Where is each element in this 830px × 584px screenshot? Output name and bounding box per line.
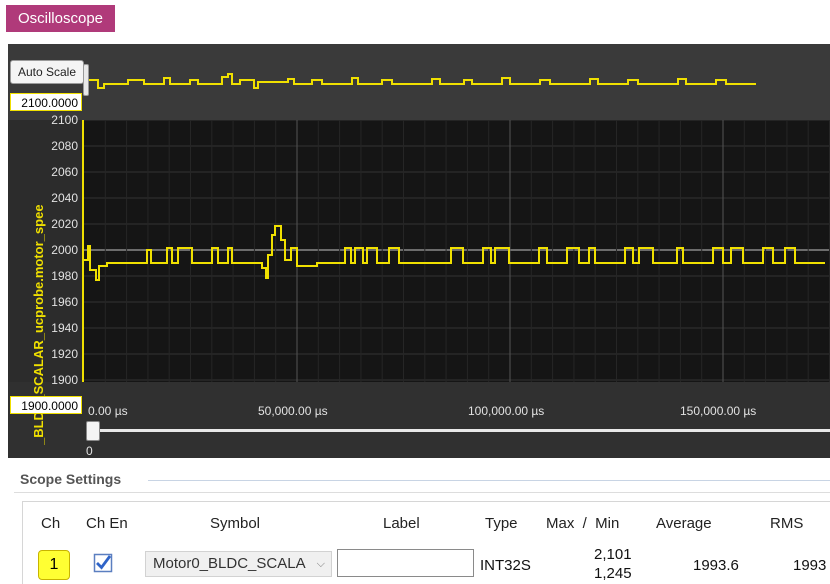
channel-enable-checkbox[interactable] [93,553,113,573]
signal-trace [84,225,825,281]
x-tick-label: 50,000.00 µs [258,404,328,418]
plot-grid [84,120,830,382]
channel-number-badge: 1 [38,550,70,580]
column-header-average: Average [656,515,712,532]
y-tick-label: 1940 [51,321,78,335]
max-value: 2,101 [594,546,632,563]
symbol-select[interactable]: Motor0_BLDC_SCALA ⌵ [145,551,332,577]
y-tick-label: 1960 [51,295,78,309]
scope-settings-title: Scope Settings [20,471,122,487]
y-axis-panel: _BLDC_SCALAR_ucprobe.motor_spee 2100 2080… [8,113,84,445]
time-slider-value: 0 [86,444,93,458]
min-value: 1,245 [594,565,632,582]
label-input[interactable] [337,549,474,577]
column-header-max-min: Max / Min [546,515,620,532]
y-tick-label: 2080 [51,139,78,153]
symbol-select-value: Motor0_BLDC_SCALA [153,555,306,572]
plot-area [84,120,830,382]
x-tick-label: 0.00 µs [88,404,128,418]
y-max-input[interactable]: 2100.0000 [10,93,82,111]
oscilloscope-panel: Auto Scale 2100.0000 _BLDC_SCALAR_ucprob… [8,44,830,458]
y-tick-label: 2020 [51,217,78,231]
overview-handle[interactable] [83,64,89,96]
y-tick-label: 1980 [51,269,78,283]
y-tick-label: 2040 [51,191,78,205]
column-header-label: Label [383,515,420,532]
column-header-ch-en: Ch En [86,515,128,532]
overview-trace [88,73,756,89]
auto-scale-button[interactable]: Auto Scale [10,60,84,84]
time-slider-thumb[interactable] [86,421,100,441]
column-header-rms: RMS [770,515,804,532]
y-tick-label: 2100 [51,113,78,127]
chevron-down-icon: ⌵ [316,558,325,570]
column-header-symbol: Symbol [210,515,261,532]
rms-value: 1993 [793,557,827,574]
time-slider-track[interactable] [90,429,830,432]
y-tick-label: 1920 [51,347,78,361]
x-tick-label: 150,000.00 µs [680,404,757,418]
y-tick-label: 1900 [51,373,78,387]
overview-strip [8,44,830,120]
average-value: 1993.6 [693,557,739,574]
type-value: INT32S [480,557,531,574]
tab-oscilloscope[interactable]: Oscilloscope [6,5,115,32]
y-tick-label: 2000 [51,243,78,257]
y-tick-label: 2060 [51,165,78,179]
column-header-type: Type [485,515,518,532]
divider [148,480,830,481]
y-min-input[interactable]: 1900.0000 [10,396,82,414]
x-tick-label: 100,000.00 µs [468,404,545,418]
column-header-ch: Ch [41,515,61,532]
